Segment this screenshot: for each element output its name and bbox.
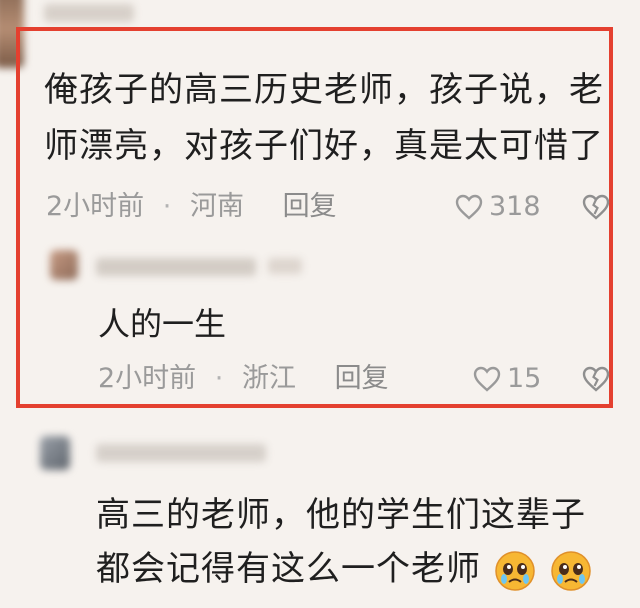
like-count: 15 bbox=[507, 363, 542, 394]
reply-username[interactable] bbox=[96, 258, 256, 276]
crying-face-icon bbox=[550, 550, 591, 591]
like-count: 318 bbox=[489, 191, 541, 222]
comment-line-2: 都会记得有这么一个老师 bbox=[96, 542, 593, 596]
reply-location: 浙江 bbox=[241, 363, 296, 394]
comment-location: 河南 bbox=[189, 191, 244, 222]
reply-button[interactable]: 回复 bbox=[283, 191, 337, 222]
heart-icon bbox=[455, 194, 483, 220]
reply-text: 人的一生 bbox=[98, 305, 227, 343]
reply-avatar[interactable] bbox=[50, 250, 78, 280]
broken-heart-icon[interactable] bbox=[582, 366, 610, 392]
crying-face-icon bbox=[495, 550, 535, 591]
reply-meta: 2小时前 · 浙江 回复 bbox=[98, 362, 389, 396]
reply-button[interactable]: 回复 bbox=[335, 363, 389, 394]
comment-text: 俺孩子的高三历史老师，孩子说，老 师漂亮，对孩子们好，真是太可惜了 bbox=[44, 62, 604, 174]
meta-separator: · bbox=[162, 191, 172, 222]
like-button[interactable]: 318 bbox=[455, 190, 541, 224]
username-top[interactable] bbox=[44, 4, 134, 22]
heart-icon bbox=[473, 366, 501, 392]
comment-time: 2小时前 bbox=[46, 191, 145, 222]
reply-time: 2小时前 bbox=[98, 363, 197, 394]
like-button[interactable]: 15 bbox=[473, 362, 541, 396]
avatar-bottom[interactable] bbox=[40, 436, 70, 470]
comment-line-1: 俺孩子的高三历史老师，孩子说，老 bbox=[44, 70, 604, 110]
comment-text: 高三的老师，他的学生们这辈子 都会记得有这么一个老师 bbox=[96, 488, 593, 596]
reply-badge bbox=[268, 258, 302, 274]
comment-meta: 2小时前 · 河南 回复 bbox=[46, 190, 337, 224]
broken-heart-icon[interactable] bbox=[582, 194, 610, 220]
comment-line-2: 师漂亮，对孩子们好，真是太可惜了 bbox=[44, 126, 604, 166]
username-bottom[interactable] bbox=[96, 444, 266, 462]
comment-line-2-text: 都会记得有这么一个老师 bbox=[96, 549, 481, 589]
meta-separator: · bbox=[214, 363, 224, 394]
comment-line-1: 高三的老师，他的学生们这辈子 bbox=[96, 495, 586, 535]
